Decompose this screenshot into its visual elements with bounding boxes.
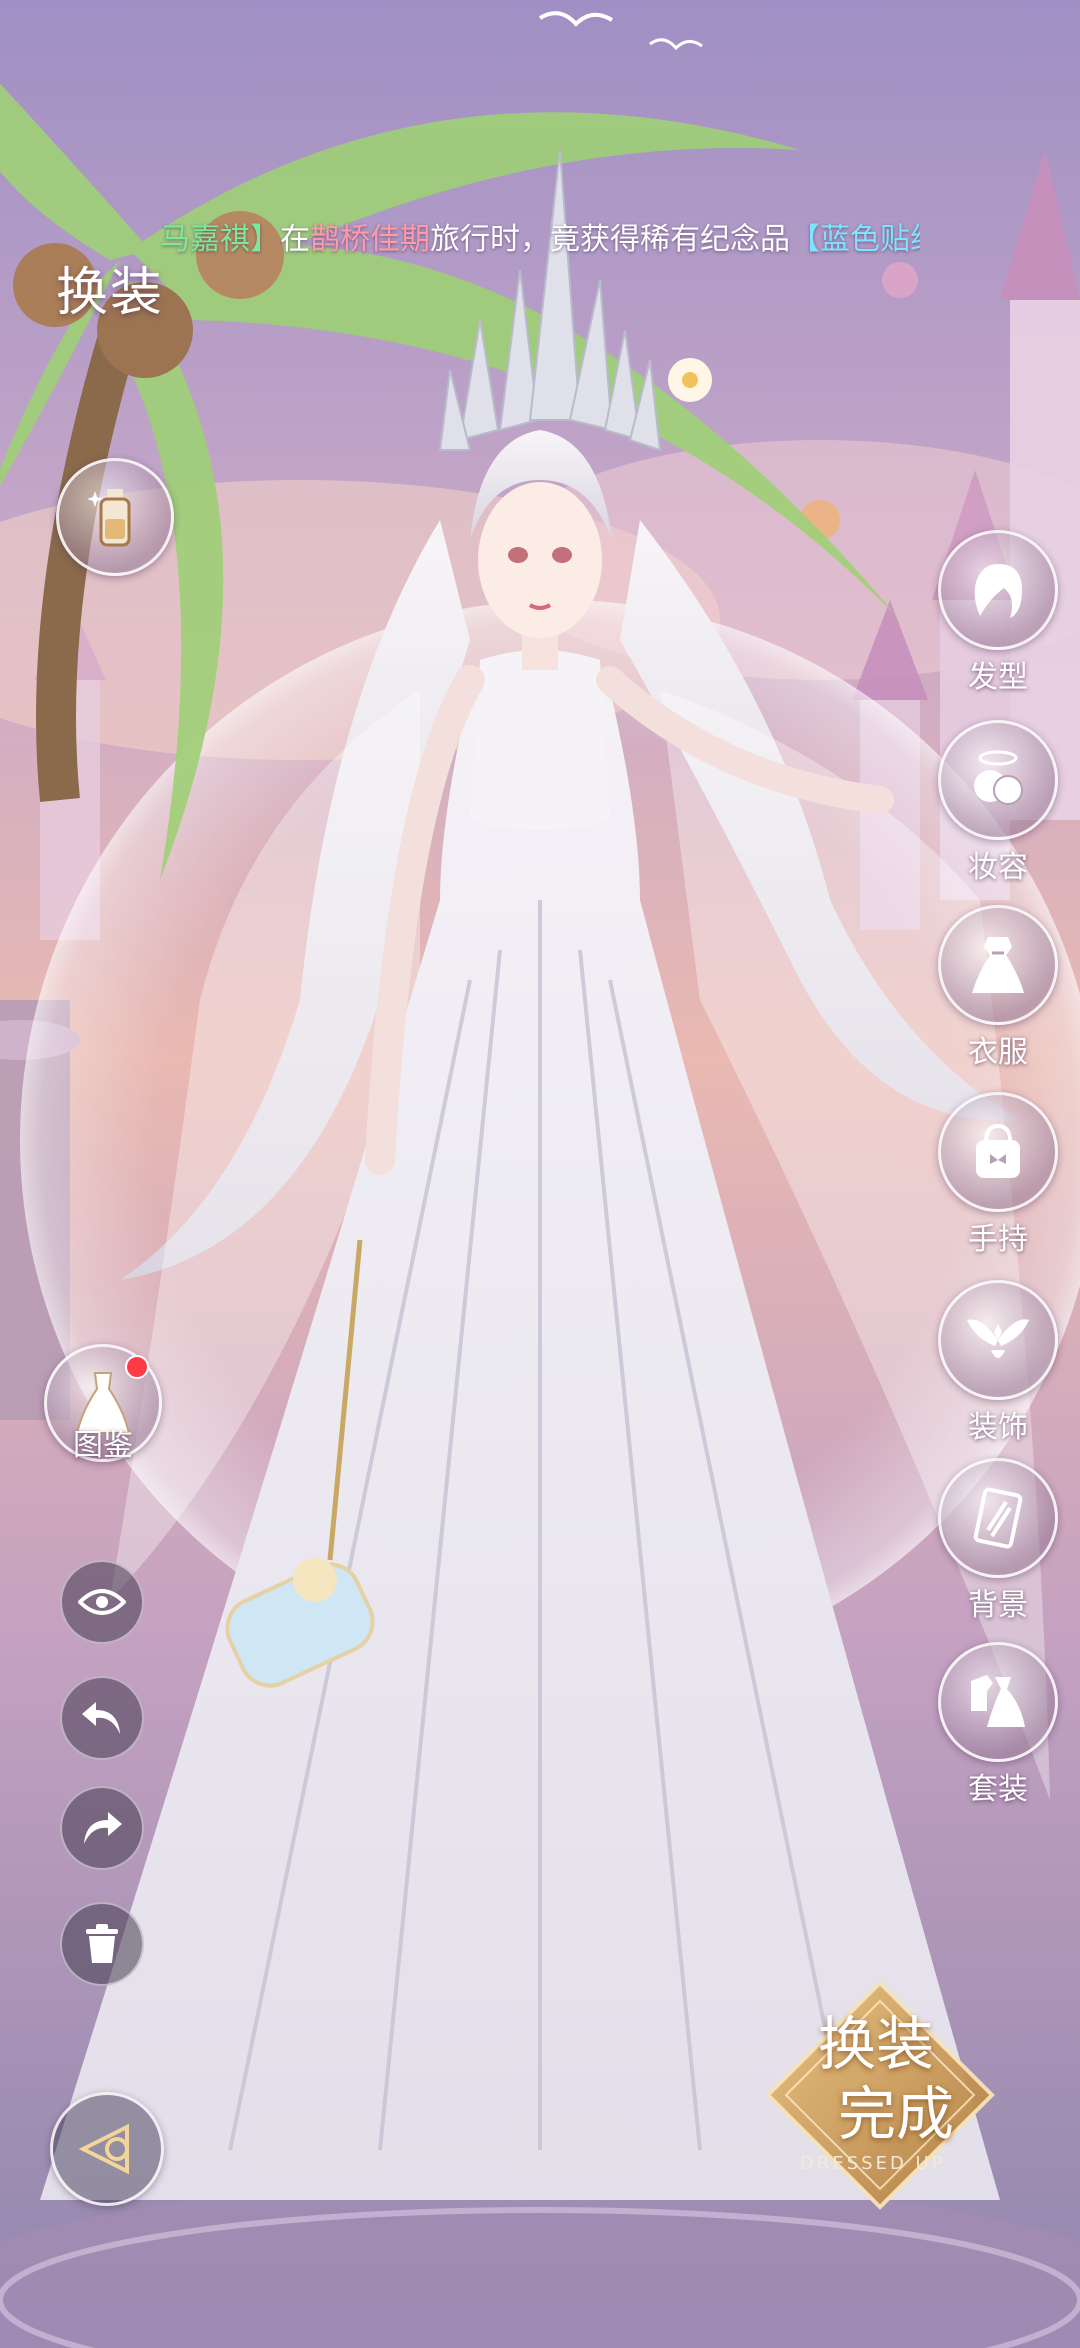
undo-icon bbox=[82, 1702, 120, 1734]
category-background-label: 背景 bbox=[968, 1588, 1028, 1623]
dress-icon bbox=[972, 937, 1024, 993]
delete-button[interactable] bbox=[60, 1902, 144, 1986]
category-suits[interactable]: 套装 bbox=[938, 1642, 1058, 1808]
broadcast-location: 鹊桥佳期 bbox=[310, 222, 430, 257]
category-hair[interactable]: 发型 bbox=[938, 530, 1058, 696]
camera-triangle-icon bbox=[78, 2123, 129, 2175]
catalog-notification-dot bbox=[125, 1355, 149, 1379]
background-icon bbox=[973, 1487, 1023, 1549]
broadcast-player-name: 马嘉祺】 bbox=[160, 222, 280, 257]
trash-icon bbox=[86, 1924, 118, 1963]
category-clothes-button[interactable] bbox=[938, 905, 1058, 1025]
category-handheld-label: 手持 bbox=[968, 1222, 1028, 1257]
broadcast-item: 【蓝色贴纸 bbox=[790, 222, 920, 257]
category-clothes[interactable]: 衣服 bbox=[938, 905, 1058, 1071]
category-background-button[interactable] bbox=[938, 1458, 1058, 1578]
category-suits-label: 套装 bbox=[968, 1772, 1028, 1807]
potion-bottle-icon bbox=[87, 489, 131, 547]
category-background[interactable]: 背景 bbox=[938, 1458, 1058, 1624]
camera-button[interactable] bbox=[50, 2092, 164, 2206]
eye-icon bbox=[78, 1589, 126, 1615]
done-button-line2: 完成 bbox=[838, 2080, 955, 2148]
category-makeup[interactable]: 妆容 bbox=[938, 720, 1058, 886]
category-suits-button[interactable] bbox=[938, 1642, 1058, 1762]
bag-icon bbox=[976, 1123, 1020, 1178]
catalog-label: 图鉴 bbox=[73, 1428, 133, 1463]
toggle-view-button[interactable] bbox=[60, 1560, 144, 1644]
done-button-line1: 换装 bbox=[818, 2010, 935, 2078]
redo-button[interactable] bbox=[60, 1786, 144, 1870]
done-button-label: 换装 完成 bbox=[818, 2009, 954, 2149]
hair-icon bbox=[974, 564, 1022, 618]
potion-button[interactable] bbox=[56, 458, 174, 576]
category-makeup-label: 妆容 bbox=[968, 850, 1028, 885]
outfit-set-icon bbox=[971, 1675, 1025, 1727]
dressed-up-done-button[interactable]: 换装 完成 DRESSED UP bbox=[760, 1975, 1000, 2215]
category-accessories[interactable]: 装饰 bbox=[938, 1280, 1058, 1446]
page-title: 换装 bbox=[56, 263, 165, 323]
category-handheld[interactable]: 手持 bbox=[938, 1092, 1058, 1258]
broadcast-text-2: 旅行时，竟获得稀有纪念品 bbox=[430, 222, 790, 257]
category-clothes-label: 衣服 bbox=[968, 1035, 1028, 1070]
done-button-subtitle: DRESSED UP bbox=[800, 2153, 946, 2174]
undo-button[interactable] bbox=[60, 1676, 144, 1760]
category-accessories-button[interactable] bbox=[938, 1280, 1058, 1400]
category-makeup-button[interactable] bbox=[938, 720, 1058, 840]
broadcast-text-1: 在 bbox=[280, 222, 310, 257]
redo-icon bbox=[84, 1812, 122, 1844]
category-hair-button[interactable] bbox=[938, 530, 1058, 650]
category-accessories-label: 装饰 bbox=[968, 1410, 1028, 1445]
category-hair-label: 发型 bbox=[968, 660, 1028, 695]
makeup-icon bbox=[974, 750, 1023, 805]
category-handheld-button[interactable] bbox=[938, 1092, 1058, 1212]
wings-icon bbox=[967, 1319, 1029, 1358]
system-broadcast-marquee: 马嘉祺】在鹊桥佳期旅行时，竟获得稀有纪念品【蓝色贴纸 bbox=[160, 212, 920, 268]
